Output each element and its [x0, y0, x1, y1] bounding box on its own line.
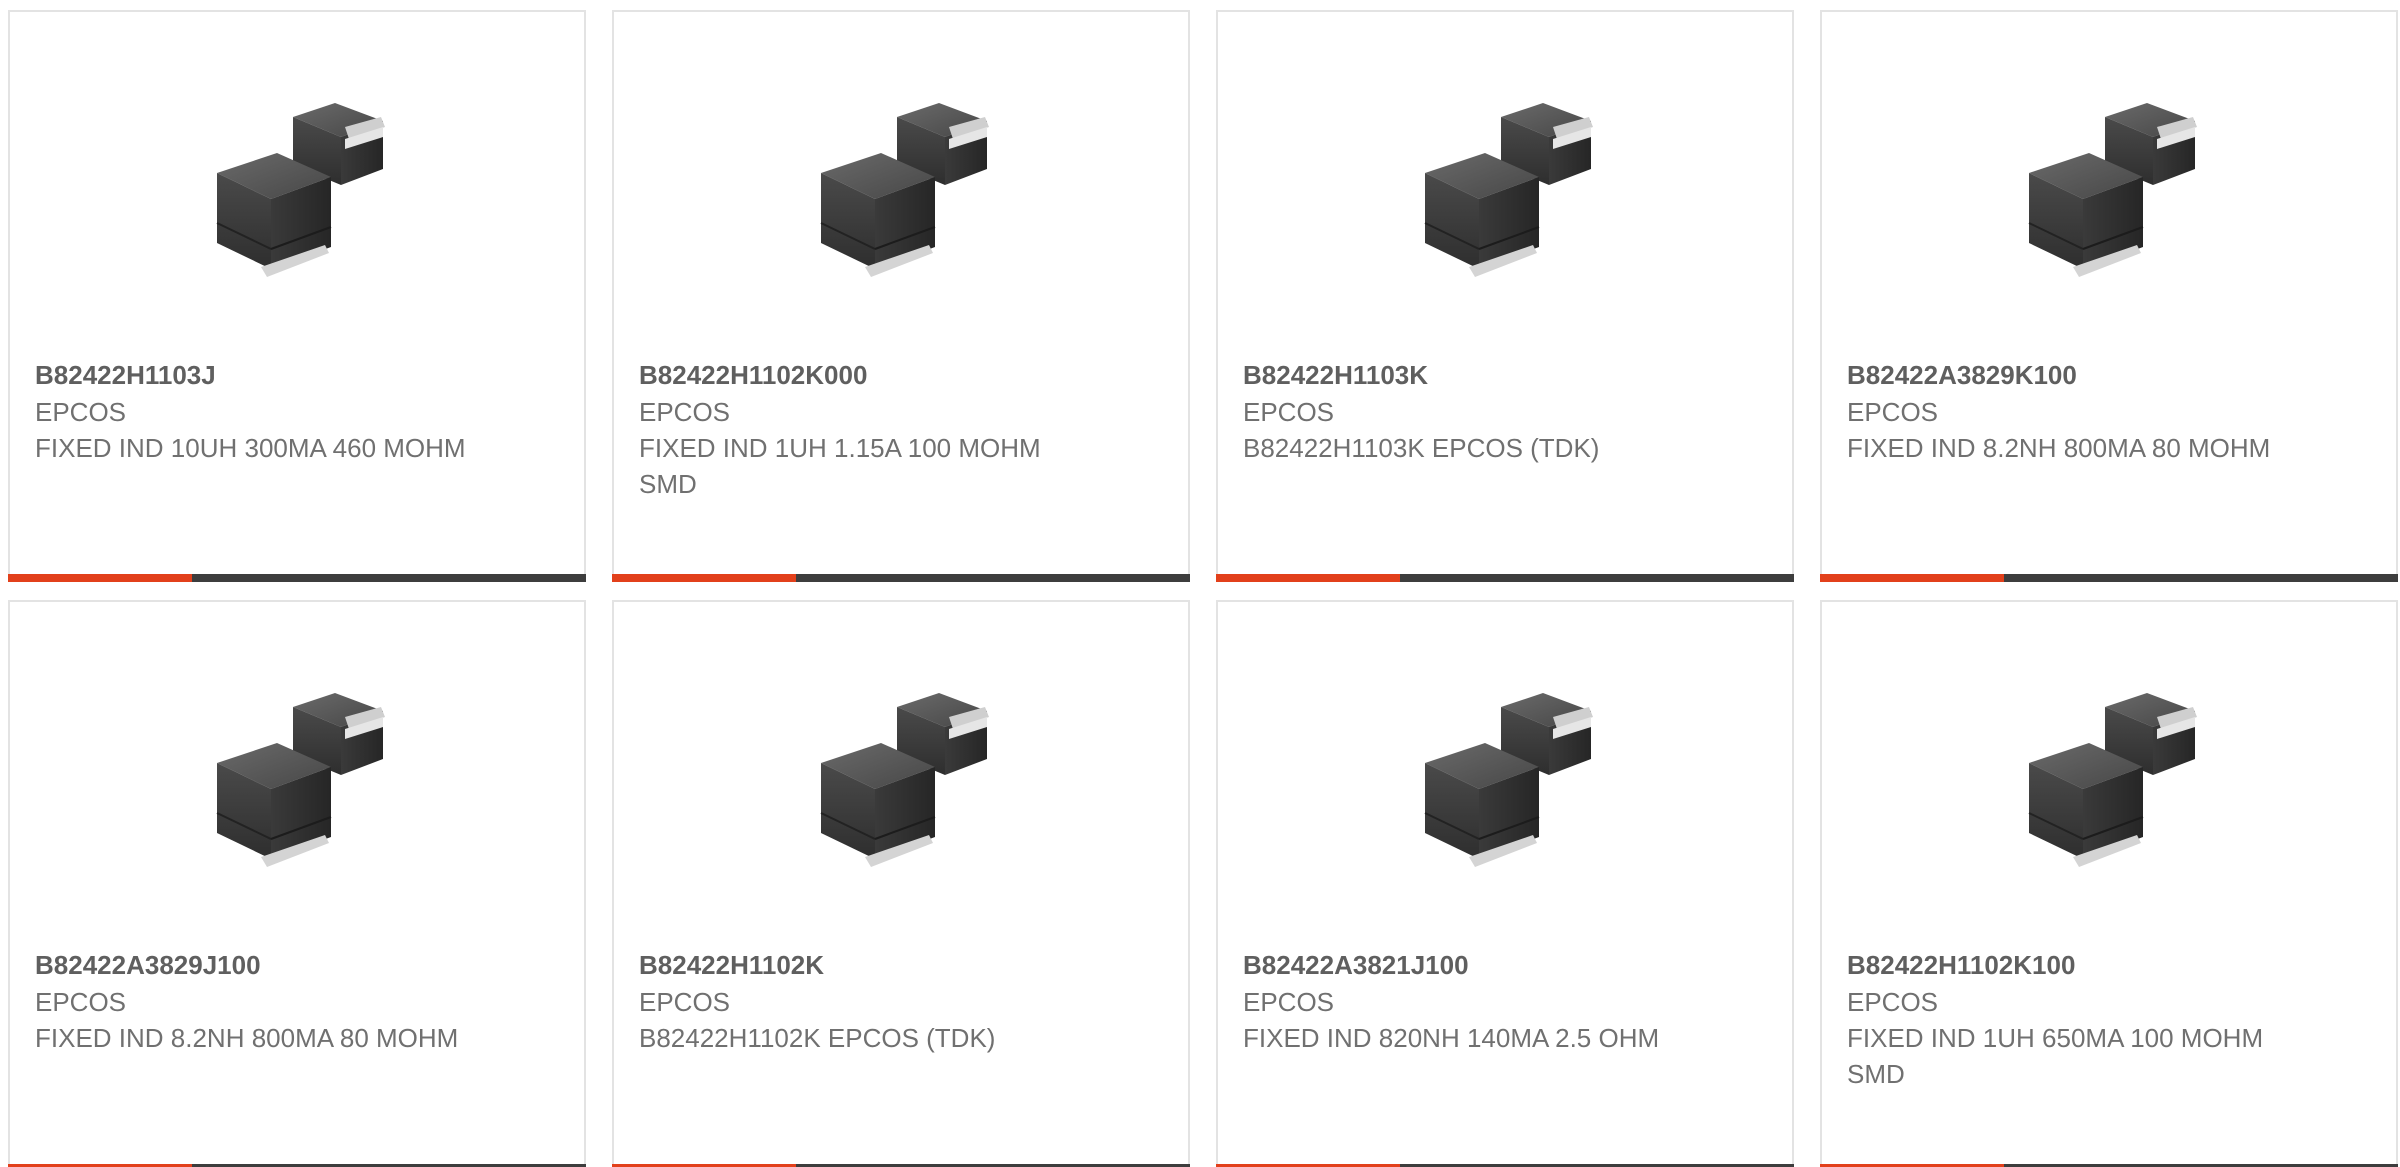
product-info: B82422A3829K100 EPCOS FIXED IND 8.2NH 80…: [1847, 357, 2287, 466]
product-card[interactable]: B82422A3821J100 EPCOS FIXED IND 820NH 14…: [1216, 600, 1794, 1167]
smd-inductor-image: [1424, 692, 1594, 868]
product-card[interactable]: B82422H1102K100 EPCOS FIXED IND 1UH 650M…: [1820, 600, 2398, 1167]
description: B82422H1103K EPCOS (TDK): [1243, 433, 1600, 463]
manufacturer: EPCOS: [639, 987, 731, 1017]
description: FIXED IND 8.2NH 800MA 80 MOHM: [35, 1023, 459, 1053]
manufacturer: EPCOS: [1243, 987, 1335, 1017]
part-number[interactable]: B82422H1102K100: [1847, 947, 2287, 984]
smd-inductor-image: [216, 102, 386, 278]
manufacturer: EPCOS: [1847, 397, 1939, 427]
product-info: B82422A3821J100 EPCOS FIXED IND 820NH 14…: [1243, 947, 1683, 1056]
smd-inductor-image: [820, 692, 990, 868]
part-number[interactable]: B82422A3829J100: [35, 947, 475, 984]
product-info: B82422H1102K EPCOS B82422H1102K EPCOS (T…: [639, 947, 1079, 1056]
product-info: B82422H1102K000 EPCOS FIXED IND 1UH 1.15…: [639, 357, 1079, 502]
smd-inductor-image: [2028, 692, 2198, 868]
description: FIXED IND 8.2NH 800MA 80 MOHM: [1847, 433, 2271, 463]
smd-inductor-image: [216, 692, 386, 868]
description: FIXED IND 1UH 650MA 100 MOHM SMD: [1847, 1023, 2264, 1089]
manufacturer: EPCOS: [35, 397, 127, 427]
description: B82422H1102K EPCOS (TDK): [639, 1023, 996, 1053]
card-footer-bar: [1216, 574, 1794, 582]
product-grid: B82422H1103J EPCOS FIXED IND 10UH 300MA …: [0, 0, 2400, 1167]
part-number[interactable]: B82422A3821J100: [1243, 947, 1683, 984]
manufacturer: EPCOS: [639, 397, 731, 427]
product-info: B82422A3829J100 EPCOS FIXED IND 8.2NH 80…: [35, 947, 475, 1056]
product-card[interactable]: B82422H1102K000 EPCOS FIXED IND 1UH 1.15…: [612, 10, 1190, 582]
card-accent-bar: [1820, 574, 2004, 582]
product-info: B82422H1103K EPCOS B82422H1103K EPCOS (T…: [1243, 357, 1683, 466]
product-card[interactable]: B82422H1102K EPCOS B82422H1102K EPCOS (T…: [612, 600, 1190, 1167]
part-number[interactable]: B82422A3829K100: [1847, 357, 2287, 394]
smd-inductor-image: [2028, 102, 2198, 278]
product-card[interactable]: B82422H1103J EPCOS FIXED IND 10UH 300MA …: [8, 10, 586, 582]
card-footer-bar: [8, 574, 586, 582]
card-footer-bar: [612, 574, 1190, 582]
product-info: B82422H1103J EPCOS FIXED IND 10UH 300MA …: [35, 357, 475, 466]
description: FIXED IND 820NH 140MA 2.5 OHM: [1243, 1023, 1660, 1053]
manufacturer: EPCOS: [35, 987, 127, 1017]
part-number[interactable]: B82422H1103K: [1243, 357, 1683, 394]
part-number[interactable]: B82422H1102K: [639, 947, 1079, 984]
description: FIXED IND 1UH 1.15A 100 MOHM SMD: [639, 433, 1041, 499]
product-card[interactable]: B82422A3829J100 EPCOS FIXED IND 8.2NH 80…: [8, 600, 586, 1167]
part-number[interactable]: B82422H1102K000: [639, 357, 1079, 394]
manufacturer: EPCOS: [1847, 987, 1939, 1017]
card-footer-bar: [1820, 574, 2398, 582]
description: FIXED IND 10UH 300MA 460 MOHM: [35, 433, 466, 463]
product-card[interactable]: B82422A3829K100 EPCOS FIXED IND 8.2NH 80…: [1820, 10, 2398, 582]
card-accent-bar: [612, 574, 796, 582]
product-info: B82422H1102K100 EPCOS FIXED IND 1UH 650M…: [1847, 947, 2287, 1092]
card-accent-bar: [8, 574, 192, 582]
part-number[interactable]: B82422H1103J: [35, 357, 475, 394]
product-card[interactable]: B82422H1103K EPCOS B82422H1103K EPCOS (T…: [1216, 10, 1794, 582]
card-accent-bar: [1216, 574, 1400, 582]
smd-inductor-image: [1424, 102, 1594, 278]
smd-inductor-image: [820, 102, 990, 278]
manufacturer: EPCOS: [1243, 397, 1335, 427]
